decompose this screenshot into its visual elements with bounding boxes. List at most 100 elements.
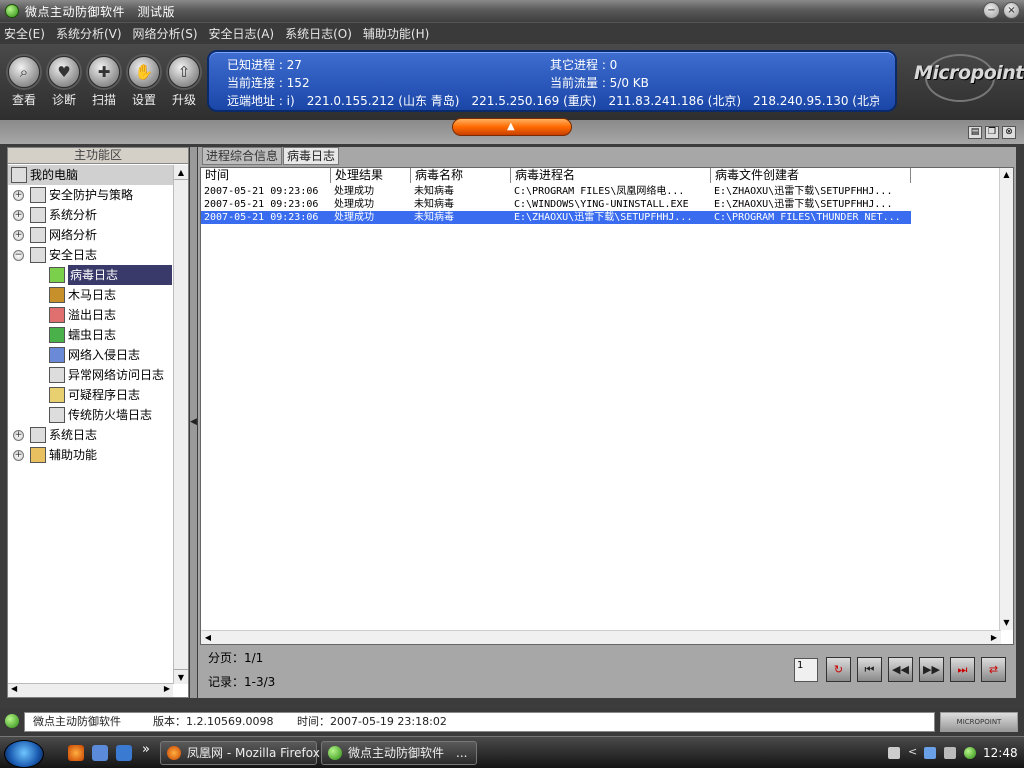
tree-horizontal-scrollbar[interactable]: ◀ ▶ — [8, 683, 173, 697]
next-page-icon[interactable]: ▶▶ — [919, 657, 944, 682]
expand-icon[interactable]: + — [13, 430, 24, 441]
scroll-right-icon[interactable]: ▶ — [164, 684, 170, 693]
table-horizontal-scrollbar[interactable]: ◀ ▶ — [201, 630, 1001, 644]
virus-log-table: 时间 处理结果 病毒名称 病毒进程名 病毒文件创建者 2007-05-21 09… — [200, 167, 1014, 645]
scroll-down-icon[interactable]: ▼ — [174, 669, 188, 684]
remote-address-list: 远端地址 : ⅰ) 221.0.155.212 (山东 青岛) 221.5.25… — [227, 94, 879, 108]
column-virus-process[interactable]: 病毒进程名 — [511, 168, 711, 183]
tree-item-aux-functions[interactable]: + 辅助功能 — [8, 445, 173, 465]
scroll-up-icon[interactable]: ▲ — [174, 165, 188, 180]
start-button[interactable] — [4, 740, 44, 768]
tree-item-intrusion-log[interactable]: 网络入侵日志 — [8, 345, 173, 365]
table-vertical-scrollbar[interactable]: ▲ ▼ — [999, 168, 1013, 630]
minimize-button[interactable]: − — [983, 2, 1000, 19]
scan-icon: ✚ — [88, 56, 120, 88]
refresh-icon[interactable]: ↻ — [826, 657, 851, 682]
scan-button[interactable]: ✚ 扫描 — [84, 56, 124, 108]
scroll-left-icon[interactable]: ◀ — [201, 631, 215, 645]
menu-bar: 安全(E) 系统分析(V) 网络分析(S) 安全日志(A) 系统日志(O) 辅助… — [0, 22, 1024, 44]
status-field: 微点主动防御软件 版本：1.2.10569.0098 时间：2007-05-19… — [24, 712, 935, 732]
tab-virus-log[interactable]: 病毒日志 — [283, 147, 340, 165]
collapse-icon[interactable]: − — [13, 250, 24, 261]
app-quicklaunch-icon[interactable] — [116, 745, 132, 761]
tray-expand-icon[interactable]: < — [908, 745, 917, 758]
tree-item-overflow-log[interactable]: 溢出日志 — [8, 305, 173, 325]
table-row[interactable]: 2007-05-21 09:23:06 处理成功 未知病毒 C:\PROGRAM… — [201, 185, 911, 198]
menu-security[interactable]: 安全(E) — [4, 25, 45, 42]
monitor-icon — [30, 207, 46, 223]
tree-item-network-analysis[interactable]: + 网络分析 — [8, 225, 173, 245]
tree-item-suspicious-program-log[interactable]: 可疑程序日志 — [8, 385, 173, 405]
status-logo: MICROPOINT — [940, 712, 1018, 732]
micropoint-logo: Micropoint — [914, 62, 1024, 84]
restore-icon[interactable]: ❐ — [985, 126, 999, 139]
tree-item-virus-log[interactable]: 病毒日志 — [8, 265, 173, 285]
tree-item-label: 安全日志 — [49, 248, 98, 262]
page-number-input[interactable]: 1 — [794, 657, 818, 682]
menu-aux-functions[interactable]: 辅助功能(H) — [363, 25, 429, 42]
micropoint-tray-icon[interactable] — [964, 747, 976, 759]
tree-item-security-log[interactable]: − 安全日志 — [8, 245, 173, 265]
menu-network-analysis[interactable]: 网络分析(S) — [133, 25, 198, 42]
column-time[interactable]: 时间 — [201, 168, 331, 183]
first-page-icon[interactable]: ⏮ — [857, 657, 882, 682]
tray-notes-icon[interactable] — [888, 747, 900, 759]
record-indicator: 记录：1-3/3 — [208, 675, 276, 689]
tab-process-info[interactable]: 进程综合信息 — [202, 147, 283, 165]
tree-item-system-log[interactable]: + 系统日志 — [8, 425, 173, 445]
prev-page-icon[interactable]: ◀◀ — [888, 657, 913, 682]
column-result[interactable]: 处理结果 — [331, 168, 411, 183]
tree-item-trojan-log[interactable]: 木马日志 — [8, 285, 173, 305]
task-micropoint[interactable]: 微点主动防御软件 ... — [321, 741, 477, 765]
tree-item-system-analysis[interactable]: + 系统分析 — [8, 205, 173, 225]
table-row-selected[interactable]: 2007-05-21 09:23:06 处理成功 未知病毒 E:\ZHAOXU\… — [201, 211, 911, 224]
layout-icon[interactable]: ▤ — [968, 126, 982, 139]
quicklaunch-more-icon[interactable]: » — [142, 742, 150, 757]
scroll-left-icon[interactable]: ◀ — [11, 684, 17, 693]
table-row[interactable]: 2007-05-21 09:23:06 处理成功 未知病毒 C:\WINDOWS… — [201, 198, 911, 211]
tree-item-protection-policy[interactable]: + 安全防护与策略 — [8, 185, 173, 205]
collapse-handle[interactable]: ▲ — [452, 118, 572, 136]
scroll-right-icon[interactable]: ▶ — [987, 631, 1001, 645]
title-bar[interactable]: 微点主动防御软件 测试版 − × — [0, 0, 1024, 22]
settings-label: 设置 — [131, 93, 156, 107]
firefox-icon[interactable] — [68, 745, 84, 761]
panel-splitter[interactable]: ◀ — [190, 147, 197, 698]
view-button[interactable]: ⌕ 查看 — [4, 56, 44, 108]
tree-vertical-scrollbar[interactable]: ▲ ▼ — [173, 165, 188, 684]
column-file-creator[interactable]: 病毒文件创建者 — [711, 168, 911, 183]
close-panel-icon[interactable]: ⊗ — [1002, 126, 1016, 139]
panel-header: 主功能区 — [8, 148, 188, 164]
task-label: 凤凰网 - Mozilla Firefox — [187, 746, 320, 760]
go-icon[interactable]: ⇄ — [981, 657, 1006, 682]
column-virus-name[interactable]: 病毒名称 — [411, 168, 511, 183]
menu-security-log[interactable]: 安全日志(A) — [209, 25, 275, 42]
tree-item-firewall-log[interactable]: 传统防火墙日志 — [8, 405, 173, 425]
tree-item-label: 木马日志 — [68, 288, 117, 302]
last-page-icon[interactable]: ⏭ — [950, 657, 975, 682]
expand-icon[interactable]: + — [13, 230, 24, 241]
tree-item-worm-log[interactable]: 蠕虫日志 — [8, 325, 173, 345]
network-tray-icon[interactable] — [924, 747, 936, 759]
expand-icon[interactable]: + — [13, 210, 24, 221]
suspicious-program-icon — [49, 387, 65, 403]
tree-item-abnormal-access-log[interactable]: 异常网络访问日志 — [8, 365, 173, 385]
close-button[interactable]: × — [1003, 2, 1020, 19]
expand-icon[interactable]: + — [13, 450, 24, 461]
desktop-icon[interactable] — [92, 745, 108, 761]
diagnose-button[interactable]: ♥ 诊断 — [44, 56, 84, 108]
upgrade-button[interactable]: ⇧ 升级 — [164, 56, 204, 108]
volume-icon[interactable] — [944, 747, 956, 759]
task-firefox[interactable]: 凤凰网 - Mozilla Firefox — [160, 741, 320, 765]
scroll-up-icon[interactable]: ▲ — [1000, 168, 1013, 182]
main-function-panel: 主功能区 我的电脑 + 安全防护与策略 + 系统分析 + 网络分析 − 安全日志 — [7, 147, 189, 698]
menu-system-log[interactable]: 系统日志(O) — [285, 25, 352, 42]
scan-label: 扫描 — [91, 93, 116, 107]
collapse-left-icon[interactable]: ◀ — [190, 417, 197, 427]
menu-system-analysis[interactable]: 系统分析(V) — [56, 25, 122, 42]
tree-item-label: 网络分析 — [49, 228, 98, 242]
scroll-down-icon[interactable]: ▼ — [1000, 616, 1013, 630]
tree-item-my-computer[interactable]: 我的电脑 — [8, 165, 173, 185]
settings-button[interactable]: ✋ 设置 — [124, 56, 164, 108]
expand-icon[interactable]: + — [13, 190, 24, 201]
